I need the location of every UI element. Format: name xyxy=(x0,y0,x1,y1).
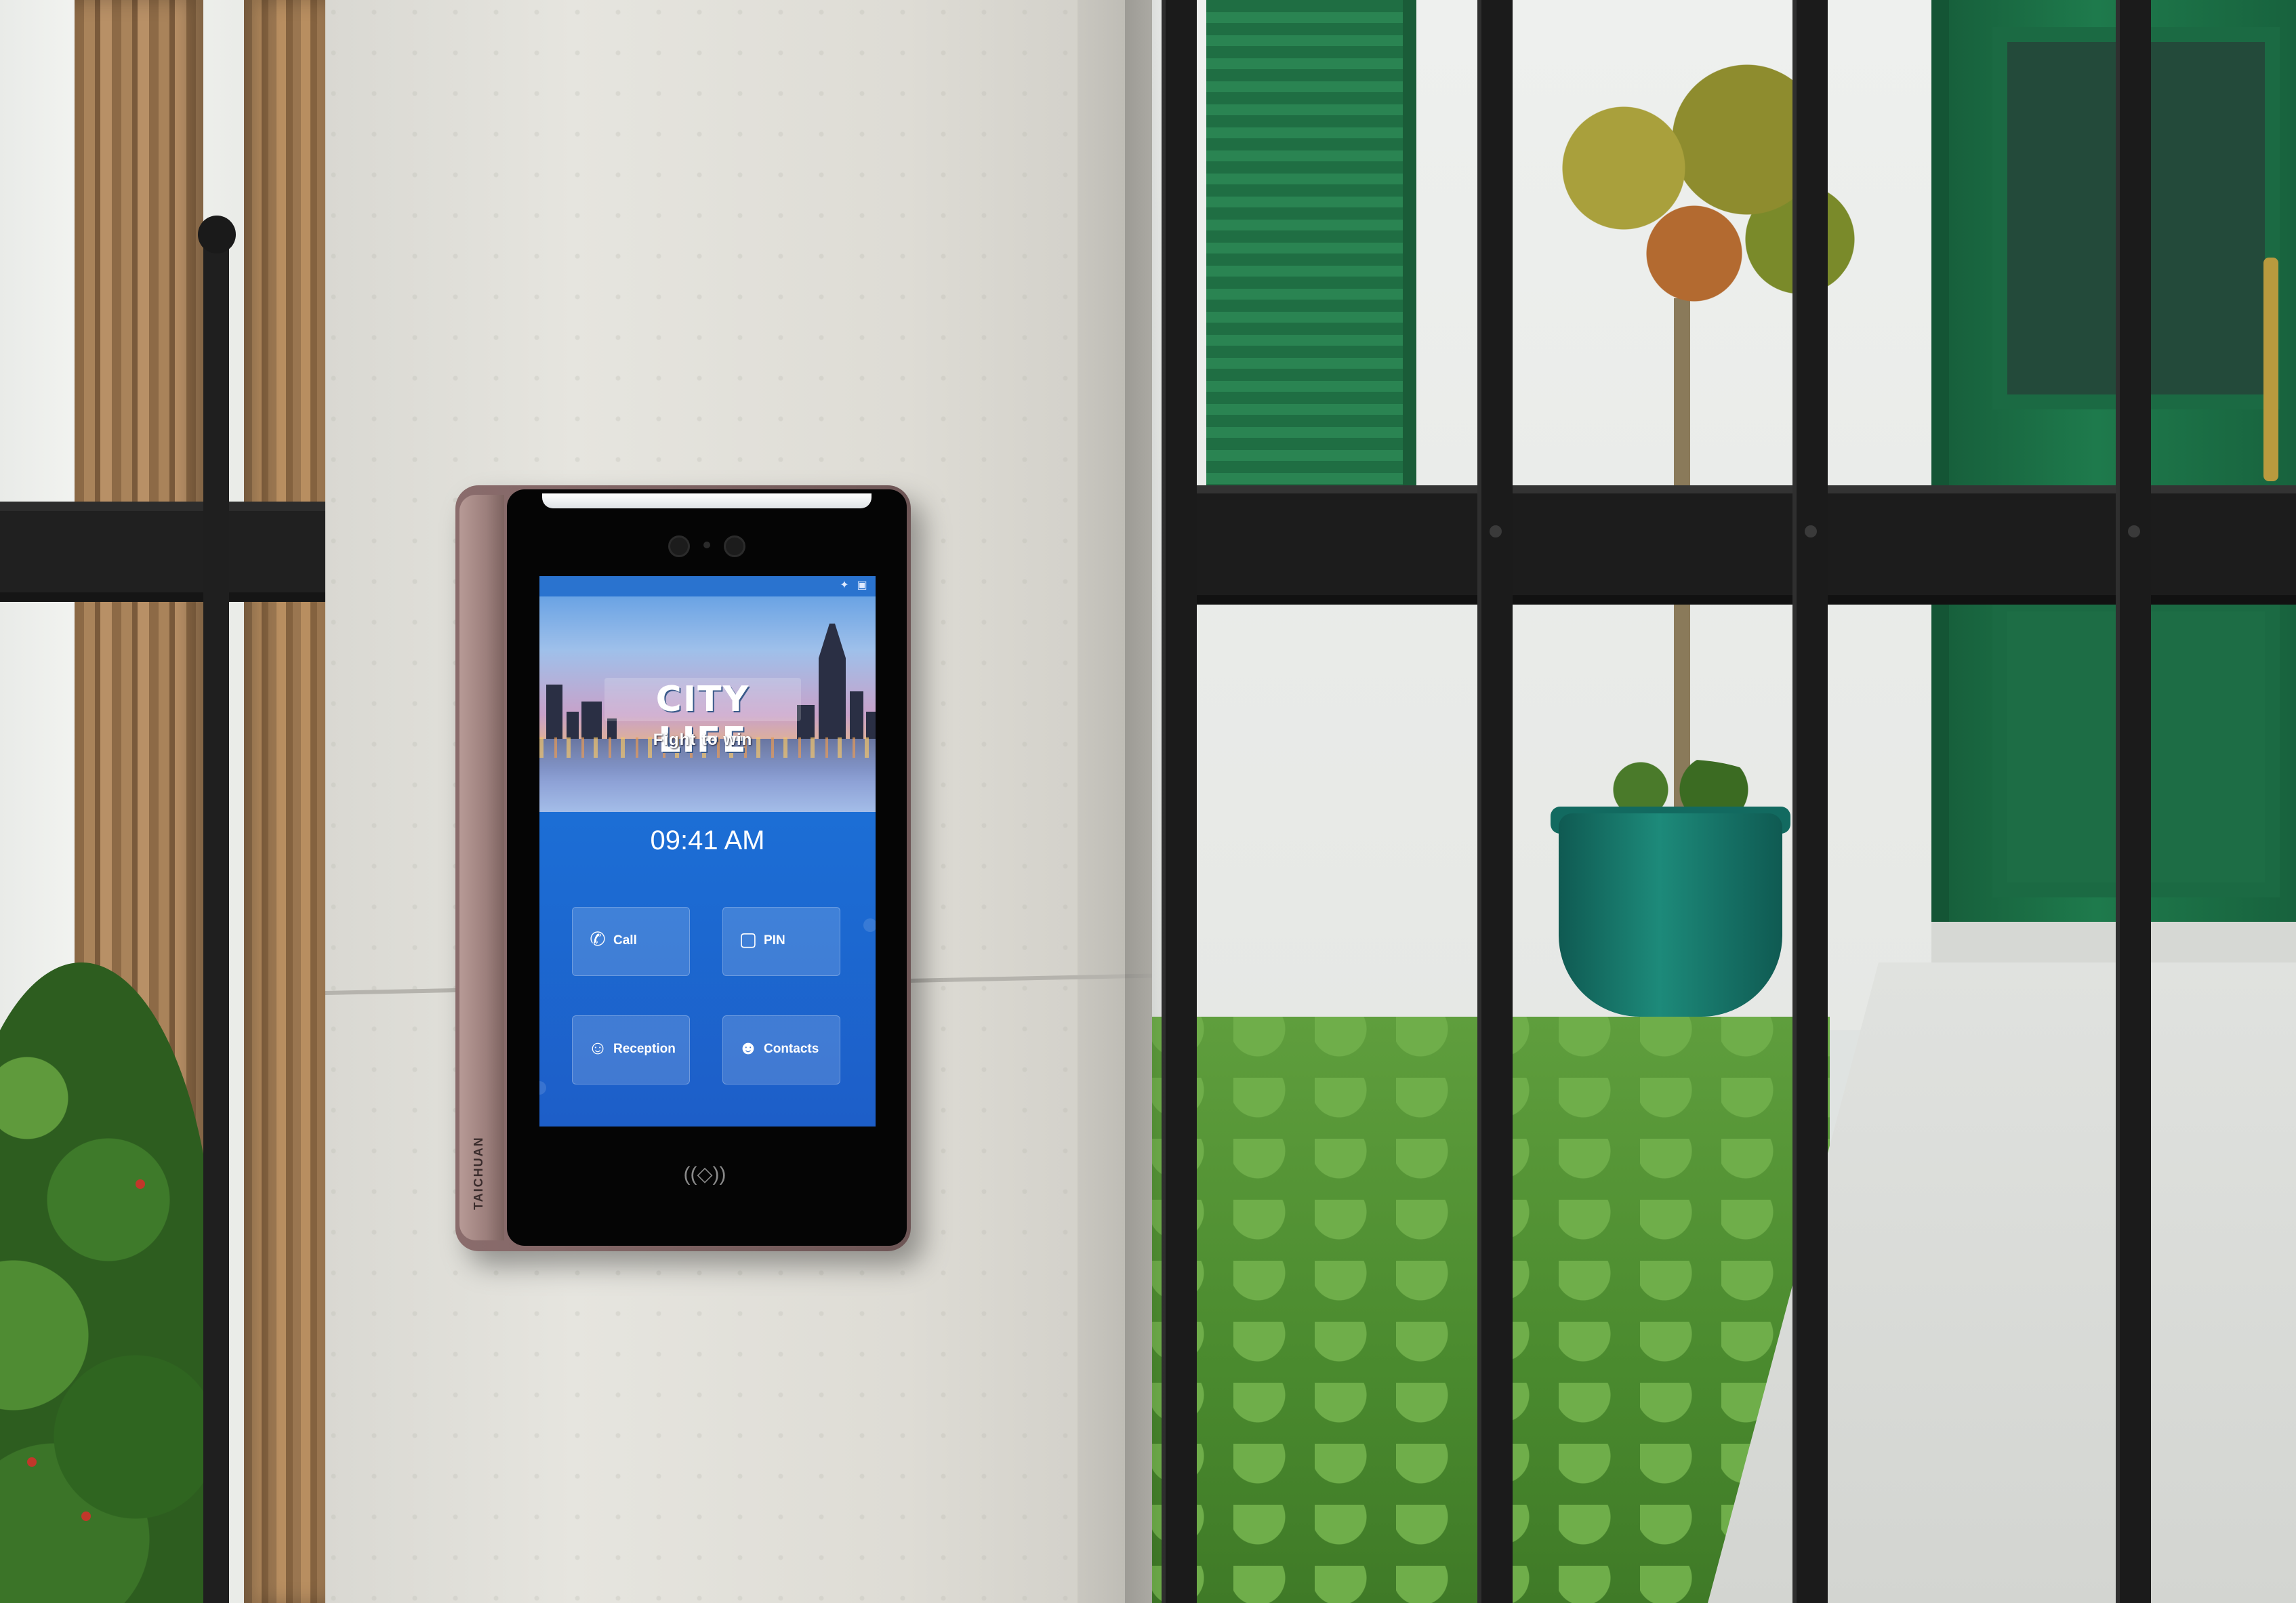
sensor-dot-icon xyxy=(703,542,710,548)
screen-icon: ▣ xyxy=(857,580,867,591)
pillar-shadow xyxy=(1125,0,1172,1603)
status-bar: ✦ ▣ xyxy=(539,576,876,596)
contacts-button[interactable]: ☻ Contacts xyxy=(722,1015,840,1084)
reception-label: Reception xyxy=(613,1042,676,1056)
clock-time: 09:41 AM xyxy=(650,826,765,855)
phone-icon: ✆ xyxy=(590,929,606,950)
camera-lens-icon xyxy=(668,535,690,557)
reception-icon: ☺ xyxy=(588,1037,608,1058)
gate-bar xyxy=(1477,0,1513,1603)
contacts-icon: ☻ xyxy=(738,1037,758,1058)
gate-rivet xyxy=(1490,525,1502,537)
pin-label: PIN xyxy=(764,933,785,948)
gate-rivet xyxy=(1805,525,1817,537)
fence-post-finial xyxy=(198,216,236,253)
gate-bar xyxy=(2116,0,2151,1603)
door-handle xyxy=(2263,258,2278,481)
contacts-label: Contacts xyxy=(764,1042,819,1056)
reception-button[interactable]: ☺ Reception xyxy=(572,1015,690,1084)
banner-subtitle: Fight to win xyxy=(653,731,753,749)
banner-image: CITY LIFE Fight to win xyxy=(539,596,876,812)
lock-icon: ▢ xyxy=(739,929,758,950)
red-berry xyxy=(27,1457,37,1467)
photo-scene: TAICHUAN ((◇)) ✦ ▣ CITY LIFE Fight to wi… xyxy=(0,0,2296,1603)
red-berry xyxy=(81,1511,91,1521)
brand-label: TAICHUAN xyxy=(472,1136,485,1210)
gate-rivet xyxy=(2128,525,2140,537)
left-fence-rail xyxy=(0,502,325,602)
light-bar xyxy=(542,493,872,508)
camera-lens-icon xyxy=(724,535,745,557)
left-fence-post xyxy=(203,230,229,1603)
touch-screen[interactable]: ✦ ▣ CITY LIFE Fight to win 09:41 AM ✆ Ca… xyxy=(539,576,876,1127)
pin-button[interactable]: ▢ PIN xyxy=(722,907,840,976)
wifi-icon: ✦ xyxy=(840,580,849,591)
call-button[interactable]: ✆ Call xyxy=(572,907,690,976)
nfc-reader-icon[interactable]: ((◇)) xyxy=(661,1162,749,1196)
call-label: Call xyxy=(613,933,637,948)
gate-bar xyxy=(1792,0,1828,1603)
green-window-shutter xyxy=(1206,0,1416,488)
red-berry xyxy=(136,1179,145,1189)
wooden-post-right xyxy=(244,0,325,1603)
teal-planter xyxy=(1559,813,1782,1017)
